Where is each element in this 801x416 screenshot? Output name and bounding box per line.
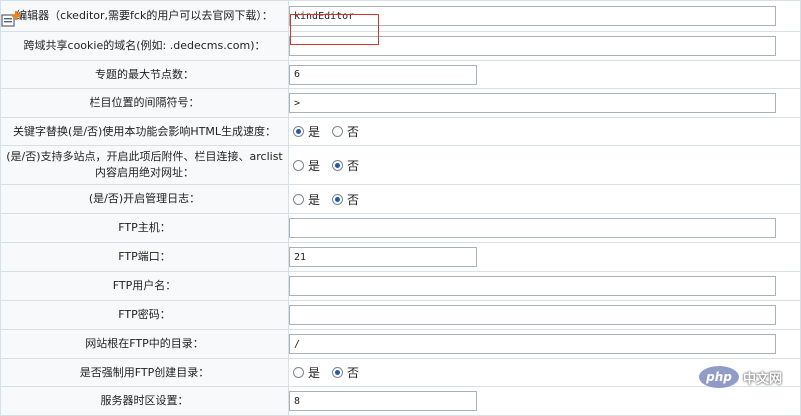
ftp-mkdir-yes[interactable]: 是 <box>293 364 320 381</box>
row-timezone: 服务器时区设置： <box>0 386 801 416</box>
radio-unchecked-icon[interactable] <box>332 126 344 137</box>
row-ftp-user: FTP用户名： <box>0 271 801 301</box>
ftp-user-input[interactable] <box>289 276 776 296</box>
radio-unchecked-icon[interactable] <box>293 367 304 378</box>
label-ftp-root: 网站根在FTP中的目录： <box>0 329 289 359</box>
label-keyword-replace: 关键字替换(是/否)使用本功能会影响HTML生成速度： <box>0 117 289 146</box>
keyword-replace-yes[interactable]: 是 <box>293 123 320 140</box>
label-ftp-user: FTP用户名： <box>0 271 289 301</box>
admin-log-radio-group: 是 否 <box>293 191 371 208</box>
ftp-mkdir-no[interactable]: 否 <box>332 364 359 381</box>
add-icon[interactable] <box>1 10 23 28</box>
ftp-root-input[interactable] <box>289 334 776 354</box>
row-ftp-host: FTP主机： <box>0 213 801 243</box>
radio-checked-icon[interactable] <box>332 193 344 205</box>
label-admin-log: (是/否)开启管理日志： <box>0 184 289 214</box>
keyword-replace-no[interactable]: 否 <box>332 123 359 140</box>
multi-site-no[interactable]: 否 <box>332 157 359 174</box>
ftp-mkdir-radio-group: 是 否 <box>293 364 371 381</box>
radio-checked-icon[interactable] <box>332 159 344 171</box>
ftp-host-input[interactable] <box>289 218 776 238</box>
cookie-domain-input[interactable] <box>289 36 776 56</box>
row-editor: 编辑器（ckeditor,需要fck的用户可以去官网下载）： <box>0 0 801 32</box>
ftp-password-input[interactable] <box>289 305 776 325</box>
row-admin-log: (是/否)开启管理日志： 是 否 <box>0 184 801 214</box>
label-ftp-mkdir: 是否强制用FTP创建目录： <box>0 358 289 387</box>
label-ftp-port: FTP端口： <box>0 242 289 272</box>
row-ftp-root: 网站根在FTP中的目录： <box>0 329 801 359</box>
row-multi-site: (是/否)支持多站点，开启此项后附件、栏目连接、arclist内容启用绝对网址：… <box>0 145 801 185</box>
timezone-input[interactable] <box>289 391 477 411</box>
admin-log-no[interactable]: 否 <box>332 191 359 208</box>
row-ftp-port: FTP端口： <box>0 242 801 272</box>
radio-unchecked-icon[interactable] <box>293 159 304 171</box>
label-separator: 栏目位置的间隔符号： <box>0 88 289 118</box>
keyword-replace-radio-group: 是 否 <box>293 123 371 140</box>
radio-unchecked-icon[interactable] <box>293 193 304 205</box>
radio-checked-icon[interactable] <box>332 367 344 378</box>
row-max-nodes: 专题的最大节点数： <box>0 60 801 89</box>
php-logo: php <box>699 366 739 388</box>
max-nodes-input[interactable] <box>289 64 477 85</box>
multi-site-yes[interactable]: 是 <box>293 157 320 174</box>
admin-log-yes[interactable]: 是 <box>293 191 320 208</box>
row-separator: 栏目位置的间隔符号： <box>0 88 801 118</box>
label-editor: 编辑器（ckeditor,需要fck的用户可以去官网下载）： <box>0 0 289 32</box>
label-cookie-domain: 跨域共享cookie的域名(例如: .dedecms.com)： <box>0 31 289 61</box>
row-cookie-domain: 跨域共享cookie的域名(例如: .dedecms.com)： <box>0 31 801 61</box>
row-ftp-password: FTP密码： <box>0 300 801 330</box>
settings-table: 编辑器（ckeditor,需要fck的用户可以去官网下载）： 跨域共享cooki… <box>0 0 801 416</box>
label-ftp-host: FTP主机： <box>0 213 289 243</box>
label-multi-site: (是/否)支持多站点，开启此项后附件、栏目连接、arclist内容启用绝对网址： <box>0 145 289 185</box>
label-max-nodes: 专题的最大节点数： <box>0 60 289 89</box>
watermark-text: 中文网 <box>743 371 783 387</box>
editor-input[interactable] <box>289 6 776 26</box>
label-timezone: 服务器时区设置： <box>0 386 289 416</box>
ftp-port-input[interactable] <box>289 247 477 267</box>
radio-checked-icon[interactable] <box>293 126 304 137</box>
row-ftp-mkdir: 是否强制用FTP创建目录： 是 否 <box>0 358 801 387</box>
watermark: php 中文网 <box>699 363 782 391</box>
multi-site-radio-group: 是 否 <box>293 157 371 174</box>
label-ftp-password: FTP密码： <box>0 300 289 330</box>
row-keyword-replace: 关键字替换(是/否)使用本功能会影响HTML生成速度： 是 否 <box>0 117 801 146</box>
separator-input[interactable] <box>289 93 776 113</box>
